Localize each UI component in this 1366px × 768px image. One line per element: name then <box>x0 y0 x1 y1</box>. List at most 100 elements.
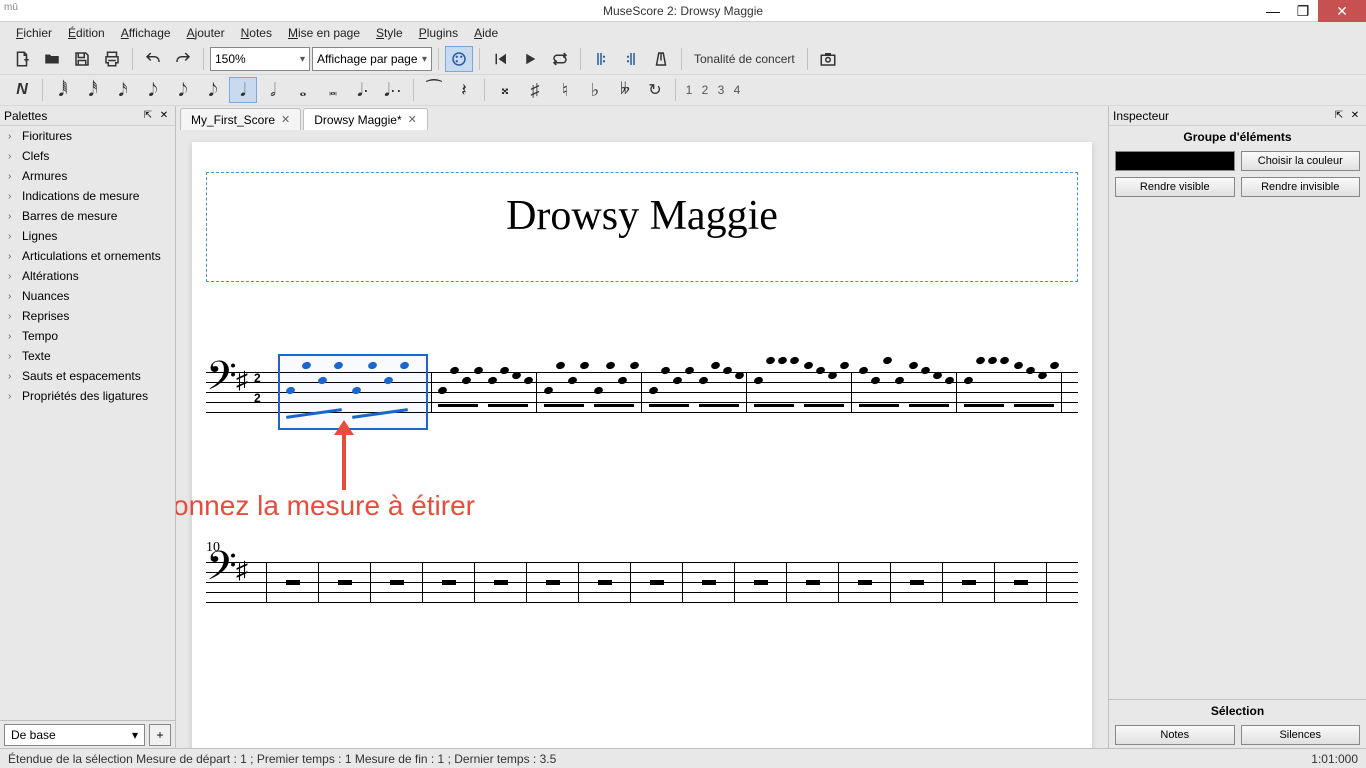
palette-item[interactable]: ›Tempo <box>0 326 175 346</box>
palette-item[interactable]: ›Sauts et espacements <box>0 366 175 386</box>
double-flat-button[interactable]: 𝄫 <box>611 77 639 103</box>
close-icon[interactable]: ✕ <box>157 109 171 123</box>
voice-3[interactable]: 3 <box>714 83 728 97</box>
duration-breve[interactable]: 𝅜 <box>319 77 347 103</box>
screenshot-button[interactable] <box>814 46 842 72</box>
open-file-button[interactable] <box>38 46 66 72</box>
flip-button[interactable]: ↻ <box>641 77 669 103</box>
document-tabs: My_First_Score ✕ Drowsy Maggie* ✕ <box>176 106 1108 130</box>
duration-dot[interactable]: 𝅘𝅥· <box>349 77 377 103</box>
undock-icon[interactable]: ⇱ <box>1332 109 1346 123</box>
annotation-arrow <box>324 420 364 490</box>
repeat-start-button[interactable] <box>587 46 615 72</box>
print-button[interactable] <box>98 46 126 72</box>
menu-notes[interactable]: Notes <box>233 24 280 42</box>
close-icon[interactable]: ✕ <box>281 113 290 126</box>
voice-4[interactable]: 4 <box>730 83 744 97</box>
score-page: Drowsy Maggie 𝄢 ♯ 2 2 <box>192 142 1092 748</box>
voice-1[interactable]: 1 <box>682 83 696 97</box>
menu-ajouter[interactable]: Ajouter <box>179 24 233 42</box>
chevron-right-icon: › <box>8 351 16 362</box>
selection-rests-button[interactable]: Silences <box>1241 725 1361 745</box>
maximize-button[interactable]: ❐ <box>1288 0 1318 22</box>
duration-8th-2[interactable]: 𝅘𝅥𝅮 <box>169 77 197 103</box>
metronome-button[interactable] <box>647 46 675 72</box>
concert-pitch-label[interactable]: Tonalité de concert <box>688 52 801 66</box>
menubar: Fichier Édition Affichage Ajouter Notes … <box>0 22 1366 44</box>
palette-item[interactable]: ›Nuances <box>0 286 175 306</box>
make-visible-button[interactable]: Rendre visible <box>1115 177 1235 197</box>
palette-item[interactable]: ›Indications de mesure <box>0 186 175 206</box>
new-file-button[interactable] <box>8 46 36 72</box>
voice-2[interactable]: 2 <box>698 83 712 97</box>
palette-item[interactable]: ›Altérations <box>0 266 175 286</box>
close-button[interactable]: ✕ <box>1318 0 1366 22</box>
save-button[interactable] <box>68 46 96 72</box>
redo-button[interactable] <box>169 46 197 72</box>
undo-button[interactable] <box>139 46 167 72</box>
palette-toggle-button[interactable] <box>445 46 473 72</box>
menu-style[interactable]: Style <box>368 24 411 42</box>
rewind-button[interactable] <box>486 46 514 72</box>
status-right: 1:01:000 <box>1311 752 1358 766</box>
choose-color-button[interactable]: Choisir la couleur <box>1241 151 1361 171</box>
score-view[interactable]: Drowsy Maggie 𝄢 ♯ 2 2 <box>176 130 1108 748</box>
tab-drowsy-maggie[interactable]: Drowsy Maggie* ✕ <box>303 108 428 130</box>
duration-8th[interactable]: 𝅘𝅥𝅮 <box>139 77 167 103</box>
loop-button[interactable] <box>546 46 574 72</box>
zoom-select[interactable]: 150% ▾ <box>210 47 310 71</box>
tab-my-first-score[interactable]: My_First_Score ✕ <box>180 108 301 130</box>
repeat-end-button[interactable] <box>617 46 645 72</box>
palette-item[interactable]: ›Articulations et ornements <box>0 246 175 266</box>
palette-preset-select[interactable]: De base ▾ <box>4 724 145 746</box>
duration-whole[interactable]: 𝅝 <box>289 77 317 103</box>
zoom-value: 150% <box>215 52 246 66</box>
chevron-right-icon: › <box>8 171 16 182</box>
menu-aide[interactable]: Aide <box>466 24 506 42</box>
palette-item[interactable]: ›Texte <box>0 346 175 366</box>
menu-affichage[interactable]: Affichage <box>113 24 179 42</box>
flat-button[interactable]: ♭ <box>581 77 609 103</box>
palette-item[interactable]: ›Lignes <box>0 226 175 246</box>
palette-item[interactable]: ›Armures <box>0 166 175 186</box>
chevron-right-icon: › <box>8 291 16 302</box>
duration-half[interactable]: 𝅗𝅥 <box>259 77 287 103</box>
minimize-button[interactable]: — <box>1258 0 1288 22</box>
duration-quarter[interactable]: 𝅘𝅥 <box>229 77 257 103</box>
make-invisible-button[interactable]: Rendre invisible <box>1241 177 1361 197</box>
score-title[interactable]: Drowsy Maggie <box>192 192 1092 240</box>
menu-fichier[interactable]: Fichier <box>8 24 60 42</box>
window-title: MuseScore 2: Drowsy Maggie <box>603 4 763 18</box>
palette-item[interactable]: ›Reprises <box>0 306 175 326</box>
color-swatch[interactable] <box>1115 151 1235 171</box>
add-palette-button[interactable]: + <box>149 724 171 746</box>
play-button[interactable] <box>516 46 544 72</box>
palette-item[interactable]: ›Barres de mesure <box>0 206 175 226</box>
selection-notes-button[interactable]: Notes <box>1115 725 1235 745</box>
time-signature: 2 2 <box>254 368 261 408</box>
double-sharp-button[interactable]: 𝄪 <box>491 77 519 103</box>
palette-list: ›Fioritures ›Clefs ›Armures ›Indications… <box>0 126 175 720</box>
duration-8th-3[interactable]: 𝅘𝅥𝅮 <box>199 77 227 103</box>
palette-item[interactable]: ›Propriétés des ligatures <box>0 386 175 406</box>
natural-button[interactable]: ♮ <box>551 77 579 103</box>
view-mode-select[interactable]: Affichage par page ▾ <box>312 47 432 71</box>
palette-item[interactable]: ›Clefs <box>0 146 175 166</box>
close-icon[interactable]: ✕ <box>408 113 417 126</box>
inspector-group-title: Groupe d'éléments <box>1109 126 1366 148</box>
duration-double-dot[interactable]: 𝅘𝅥·· <box>379 77 407 103</box>
tie-button[interactable]: ⁀ <box>420 77 448 103</box>
undock-icon[interactable]: ⇱ <box>141 109 155 123</box>
sharp-button[interactable]: ♯ <box>521 77 549 103</box>
duration-16th[interactable]: 𝅘𝅥𝅯 <box>109 77 137 103</box>
menu-mise-en-page[interactable]: Mise en page <box>280 24 368 42</box>
menu-plugins[interactable]: Plugins <box>411 24 466 42</box>
palette-item[interactable]: ›Fioritures <box>0 126 175 146</box>
menu-edition[interactable]: Édition <box>60 24 113 42</box>
close-icon[interactable]: ✕ <box>1348 109 1362 123</box>
note-input-button[interactable]: N <box>8 77 36 103</box>
duration-32nd[interactable]: 𝅘𝅥𝅰 <box>79 77 107 103</box>
toolbar-notes: N 𝅘𝅥𝅱 𝅘𝅥𝅰 𝅘𝅥𝅯 𝅘𝅥𝅮 𝅘𝅥𝅮 𝅘𝅥𝅮 𝅘𝅥 𝅗𝅥 𝅝 𝅜 𝅘𝅥· … <box>0 75 1366 106</box>
duration-64th[interactable]: 𝅘𝅥𝅱 <box>49 77 77 103</box>
rest-button[interactable]: 𝄽 <box>450 77 478 103</box>
